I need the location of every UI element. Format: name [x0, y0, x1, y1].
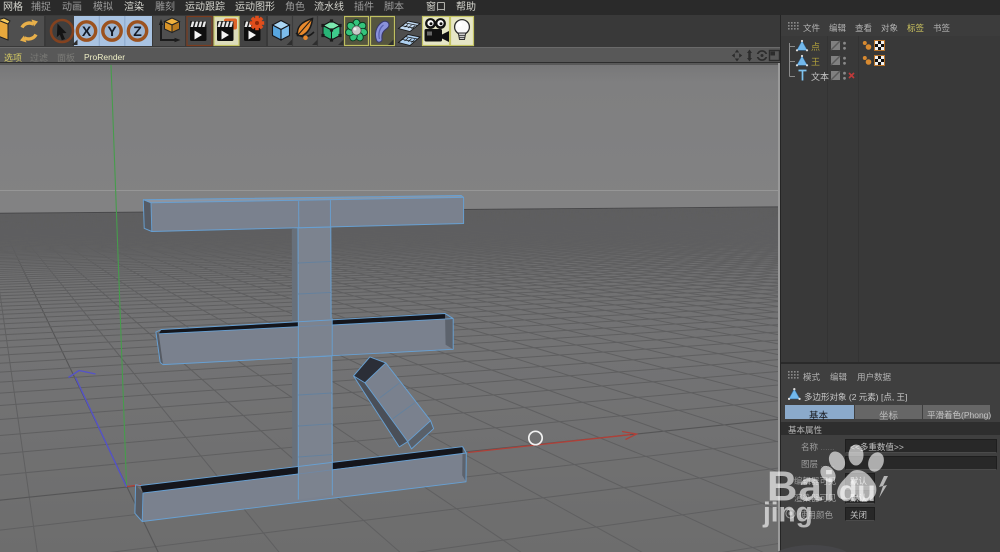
- svg-text:X: X: [82, 23, 92, 39]
- svg-text:Y: Y: [107, 23, 117, 39]
- svg-text:Z: Z: [133, 23, 142, 39]
